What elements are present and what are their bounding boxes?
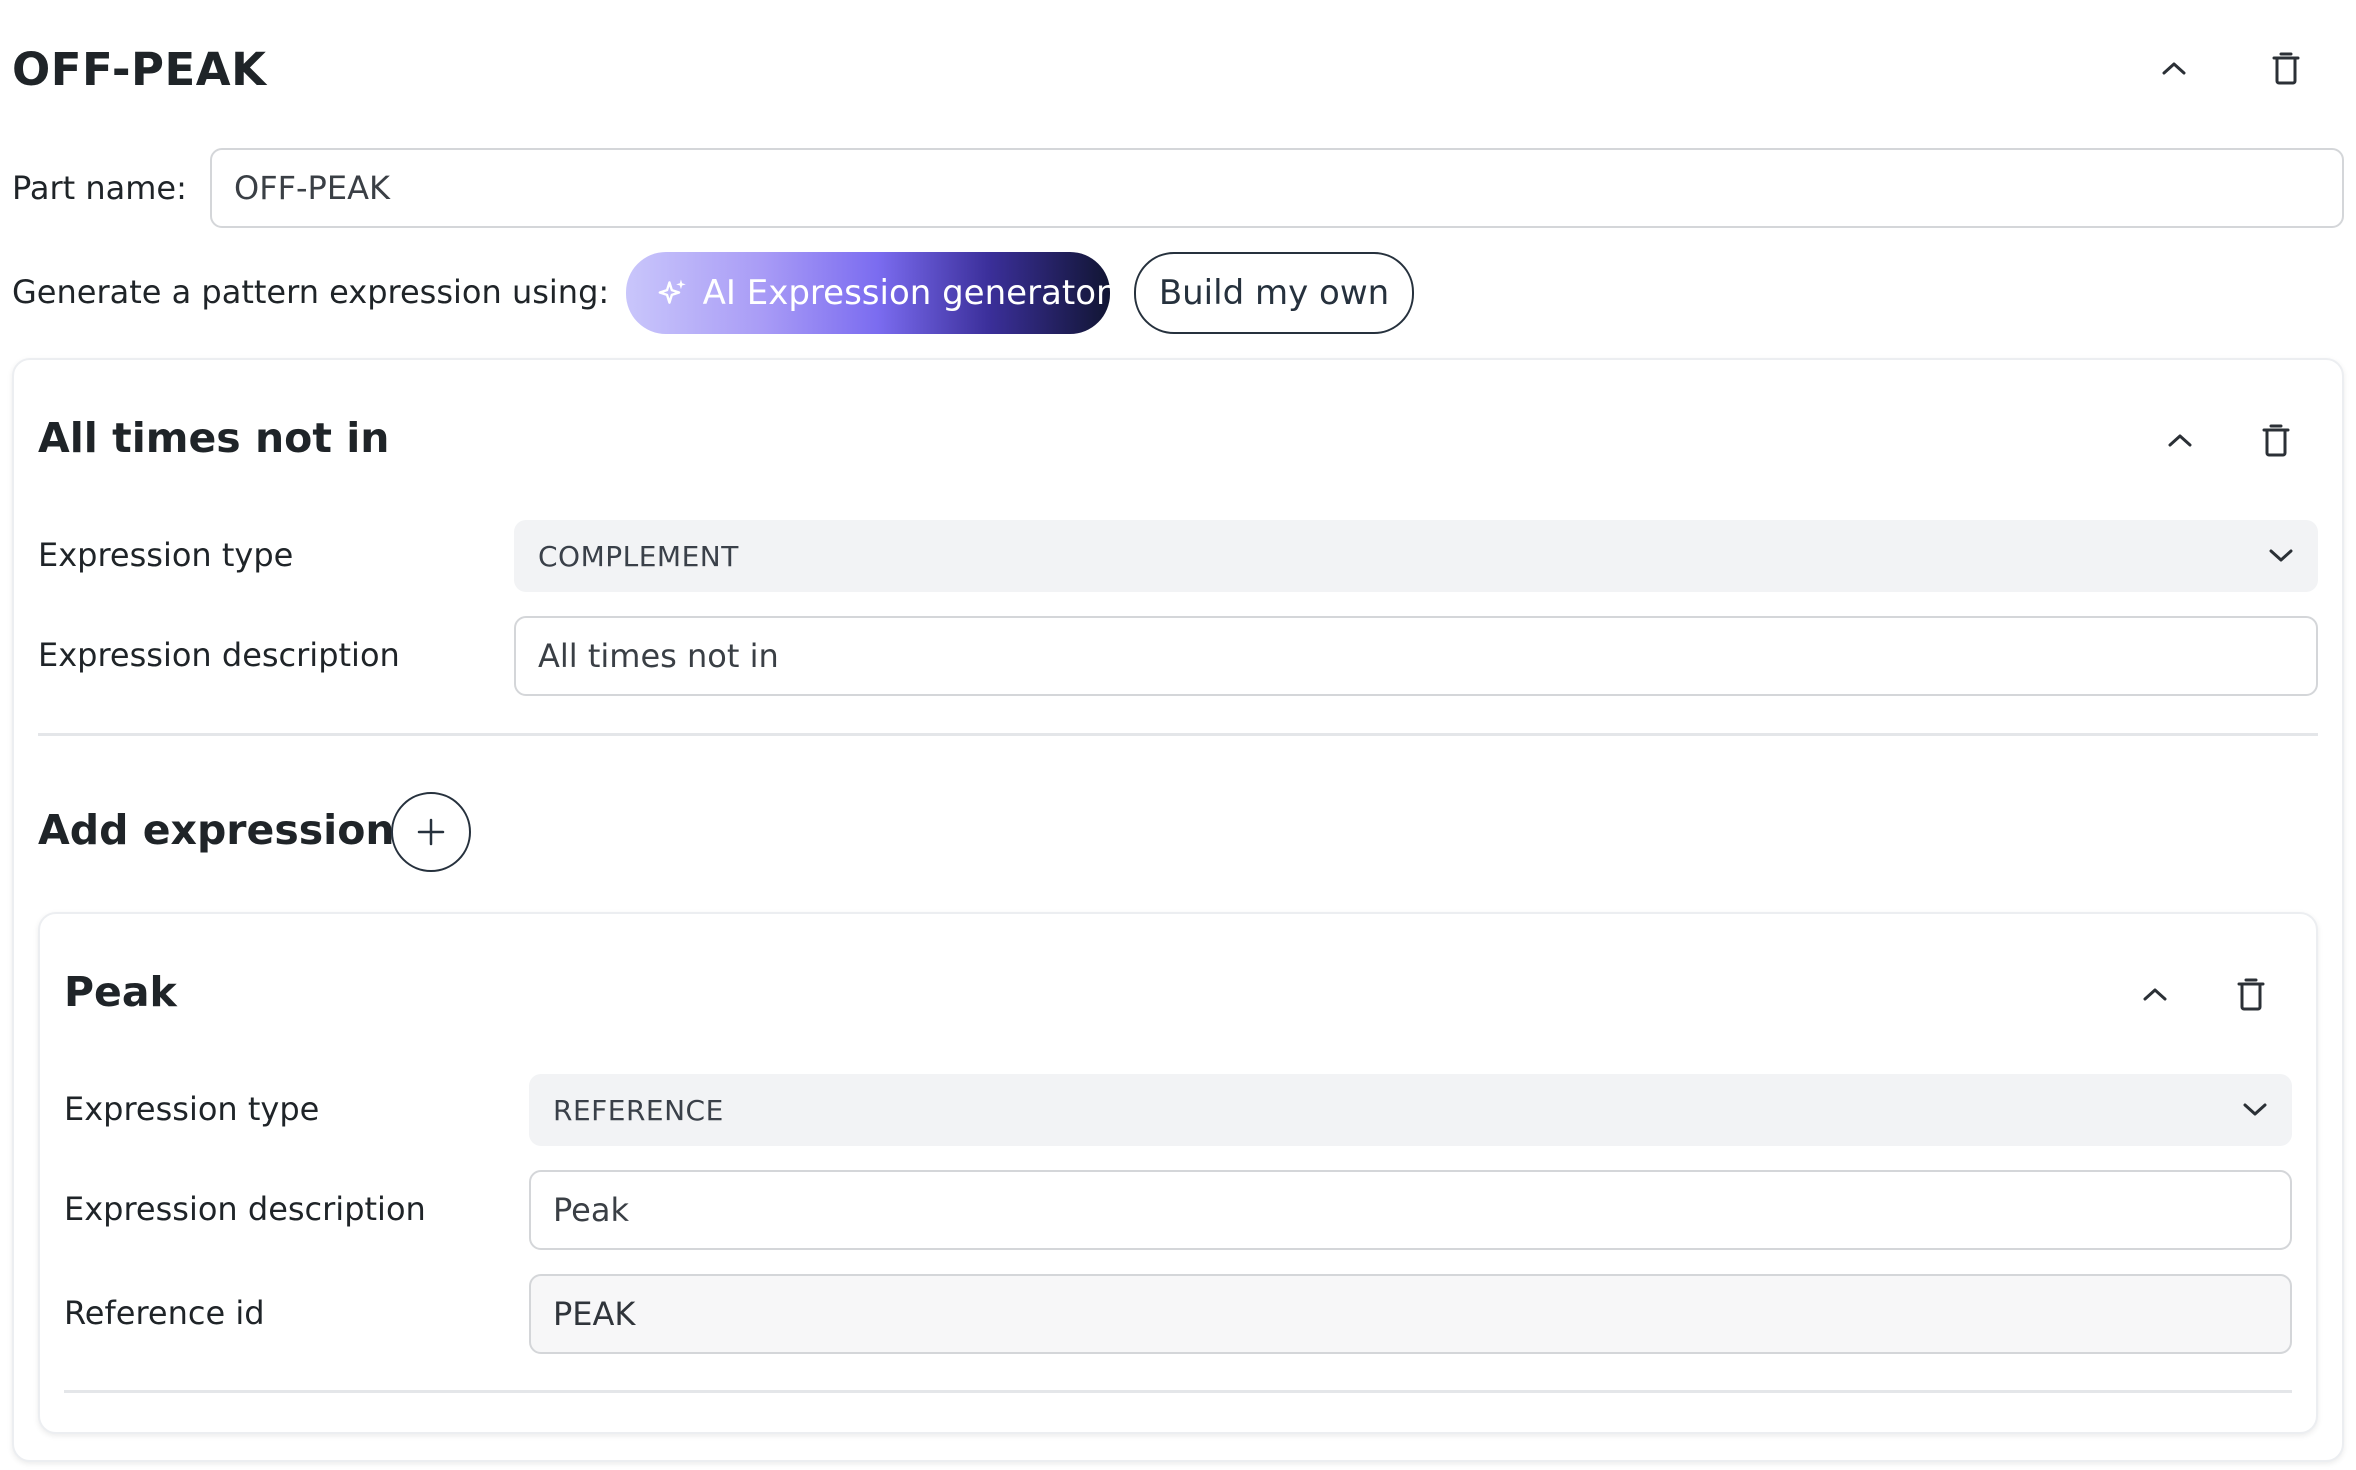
inner-divider xyxy=(64,1390,2292,1393)
part-name-label: Part name: xyxy=(12,169,187,207)
part-name-value: OFF-PEAK xyxy=(234,169,390,207)
inner-expression-description-value: Peak xyxy=(553,1191,629,1229)
ai-button-label: AI Expression generator xyxy=(702,273,1110,313)
delete-part-button[interactable] xyxy=(2258,40,2314,96)
outer-expression-description-label: Expression description xyxy=(38,636,400,674)
outer-expression-description-input[interactable]: All times not in xyxy=(514,616,2318,696)
chevron-down-icon xyxy=(2243,1103,2267,1116)
inner-expression-type-select[interactable]: REFERENCE xyxy=(529,1074,2292,1146)
trash-icon xyxy=(2237,978,2265,1011)
outer-expression-type-value: COMPLEMENT xyxy=(538,539,739,573)
inner-expression-description-label: Expression description xyxy=(64,1190,426,1228)
collapse-inner-expression-button[interactable] xyxy=(2127,966,2183,1022)
chevron-up-icon xyxy=(2143,988,2167,1001)
trash-icon xyxy=(2272,52,2300,85)
part-name-input[interactable]: OFF-PEAK xyxy=(210,148,2344,228)
outer-expression-type-select[interactable]: COMPLEMENT xyxy=(514,520,2318,592)
reference-id-label: Reference id xyxy=(64,1294,265,1332)
collapse-outer-expression-button[interactable] xyxy=(2152,412,2208,468)
sparkle-icon xyxy=(658,279,686,304)
delete-inner-expression-button[interactable] xyxy=(2223,966,2279,1022)
chevron-down-icon xyxy=(2269,549,2293,562)
plus-icon xyxy=(417,818,445,846)
reference-id-value: PEAK xyxy=(553,1295,636,1333)
ai-expression-generator-button[interactable]: AI Expression generator xyxy=(626,252,1110,334)
delete-outer-expression-button[interactable] xyxy=(2248,412,2304,468)
outer-divider xyxy=(38,733,2318,736)
collapse-part-button[interactable] xyxy=(2146,40,2202,96)
outer-expression-type-label: Expression type xyxy=(38,536,294,574)
reference-id-input[interactable]: PEAK xyxy=(529,1274,2292,1354)
add-expression-title: Add expression xyxy=(38,806,395,854)
chevron-up-icon xyxy=(2162,62,2186,75)
inner-expression-description-input[interactable]: Peak xyxy=(529,1170,2292,1250)
build-my-own-button[interactable]: Build my own xyxy=(1134,252,1414,334)
outer-expression-description-value: All times not in xyxy=(538,637,779,675)
inner-expression-type-label: Expression type xyxy=(64,1090,320,1128)
outer-expression-title: All times not in xyxy=(38,414,390,462)
build-button-label: Build my own xyxy=(1158,273,1390,313)
generate-label: Generate a pattern expression using: xyxy=(12,273,610,311)
inner-expression-type-value: REFERENCE xyxy=(553,1093,724,1127)
part-title: OFF-PEAK xyxy=(12,43,267,96)
chevron-up-icon xyxy=(2168,434,2192,447)
trash-icon xyxy=(2262,424,2290,457)
add-expression-button[interactable] xyxy=(391,792,471,872)
inner-expression-title: Peak xyxy=(64,968,177,1016)
